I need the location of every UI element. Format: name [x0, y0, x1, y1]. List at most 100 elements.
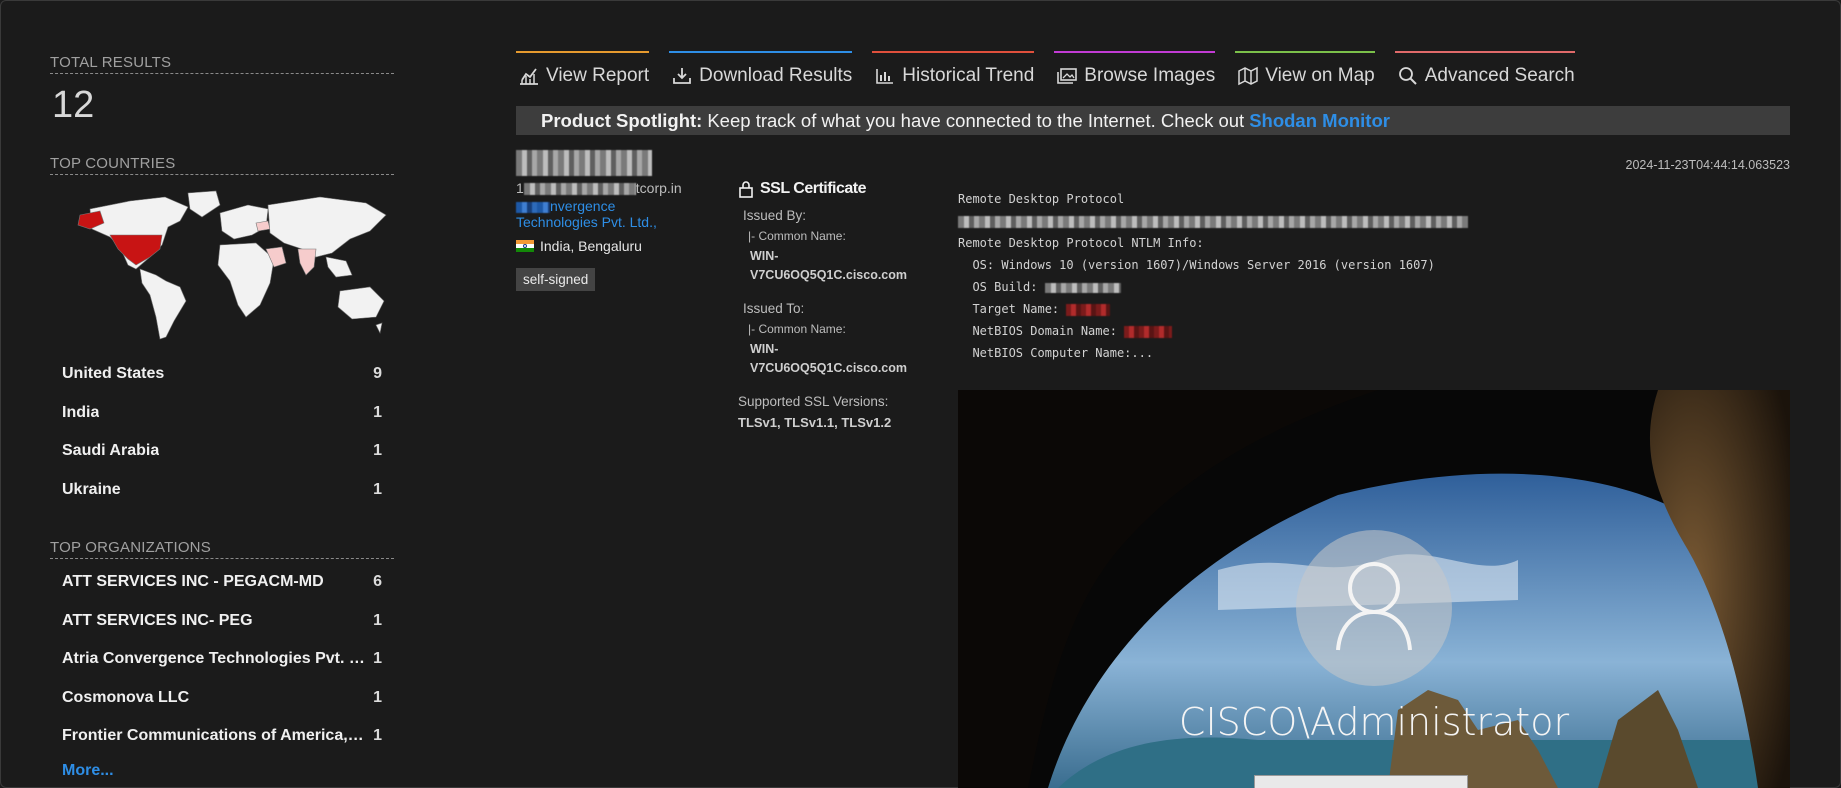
view-report-label: View Report — [546, 65, 650, 86]
list-item[interactable]: ATT SERVICES INC- PEG 1 — [50, 602, 394, 641]
world-map-svg — [77, 190, 387, 340]
banner-line: NetBIOS Computer Name:... — [958, 346, 1154, 360]
rdp-screenshot[interactable]: CISCO\Administrator — [958, 390, 1790, 788]
country-count: 1 — [373, 403, 382, 421]
banner-line: Remote Desktop Protocol — [958, 192, 1125, 206]
shodan-monitor-link[interactable]: Shodan Monitor — [1249, 110, 1390, 132]
advanced-search-button[interactable]: Advanced Search — [1394, 51, 1575, 91]
country-count: 1 — [373, 442, 382, 460]
map-icon — [1238, 66, 1258, 86]
org-line1: nvergence — [550, 198, 616, 214]
ssl-versions-label: Supported SSL Versions: — [738, 394, 889, 409]
images-icon — [1057, 68, 1078, 84]
banner-redacted-line — [958, 210, 1790, 232]
issued-to-cn-line1: WIN- — [750, 342, 779, 356]
org-name[interactable]: Cosmonova LLC — [62, 689, 189, 707]
org-count: 1 — [373, 727, 382, 745]
org-name[interactable]: Frontier Communications of America,… — [62, 727, 364, 745]
ssl-versions-value: TLSv1, TLSv1.1, TLSv1.2 — [738, 415, 892, 430]
spotlight-heading: Product Spotlight: — [541, 109, 703, 131]
country-count: 9 — [373, 365, 382, 383]
banner-line: Remote Desktop Protocol NTLM Info: — [958, 236, 1204, 250]
browse-images-button[interactable]: Browse Images — [1054, 51, 1216, 91]
hostname-suffix: tcorp.in — [635, 180, 682, 196]
org-name[interactable]: Atria Convergence Technologies Pvt. … — [62, 650, 365, 668]
issued-by-cn-label: |- Common Name: — [748, 229, 846, 243]
org-count: 1 — [373, 611, 382, 629]
redacted-banner-data — [958, 215, 1468, 228]
issued-by-cn-line1: WIN- — [750, 249, 779, 263]
facets-sidebar: TOTAL RESULTS 12 TOP COUNTRIES United St… — [50, 54, 394, 780]
view-report-button[interactable]: View Report — [516, 51, 650, 91]
country-count: 1 — [373, 480, 382, 498]
download-results-label: Download Results — [699, 65, 853, 86]
redacted-target-name — [1066, 303, 1111, 316]
india-flag-icon — [516, 240, 534, 252]
issued-to-label: Issued To: — [743, 301, 805, 316]
result-host-info: 1 tcorp.in nvergence Technologies Pvt. Lt… — [516, 150, 716, 291]
self-signed-tag[interactable]: self-signed — [516, 268, 596, 291]
os-build-label: OS Build: — [958, 280, 1045, 294]
list-item[interactable]: Atria Convergence Technologies Pvt. … 1 — [50, 640, 394, 679]
user-icon — [1336, 562, 1412, 651]
country-name[interactable]: Ukraine — [62, 481, 121, 499]
country-name[interactable]: India — [62, 404, 99, 422]
list-item[interactable]: Saudi Arabia 1 — [50, 432, 394, 471]
target-name-label: Target Name: — [958, 302, 1067, 316]
total-results-count: 12 — [52, 84, 95, 126]
list-item[interactable]: India 1 — [50, 394, 394, 433]
historical-trend-label: Historical Trend — [902, 65, 1035, 86]
redacted-ip-address[interactable] — [516, 150, 652, 176]
service-banner: Remote Desktop Protocol Remote Desktop Pr… — [958, 188, 1790, 364]
org-line2: Technologies Pvt. Ltd., — [516, 214, 657, 230]
issued-by-cn-value: WIN- V7CU6OQ5Q1C.cisco.com — [738, 247, 918, 285]
top-countries-label: TOP COUNTRIES — [50, 155, 394, 175]
download-icon — [673, 68, 692, 84]
issued-to-cn-label: |- Common Name: — [748, 322, 846, 336]
results-toolbar: View Report Download Results Historical … — [516, 51, 1595, 91]
view-on-map-label: View on Map — [1265, 65, 1375, 86]
hostname-prefix: 1 — [516, 180, 524, 196]
world-map[interactable] — [70, 187, 390, 347]
password-field — [1254, 775, 1468, 788]
ssl-certificate-panel: SSL Certificate Issued By: |- Common Nam… — [738, 180, 918, 430]
product-spotlight-banner: Product Spotlight: Keep track of what yo… — [516, 106, 1790, 135]
top-organizations-label: TOP ORGANIZATIONS — [50, 539, 394, 559]
chart-icon — [520, 68, 538, 85]
spotlight-text: Keep track of what you have connected to… — [707, 109, 1245, 131]
org-name[interactable]: ATT SERVICES INC - PEGACM-MD — [62, 573, 324, 591]
countries-list: United States 9 India 1 Saudi Arabia 1 Ukra… — [50, 355, 394, 509]
redacted-org — [516, 201, 550, 213]
historical-trend-button[interactable]: Historical Trend — [872, 51, 1035, 91]
country-name[interactable]: Saudi Arabia — [62, 442, 159, 460]
org-name[interactable]: ATT SERVICES INC- PEG — [62, 612, 253, 630]
org-count: 6 — [373, 573, 382, 591]
organizations-list: ATT SERVICES INC - PEGACM-MD 6 ATT SERVIC… — [50, 563, 394, 756]
list-item[interactable]: ATT SERVICES INC - PEGACM-MD 6 — [50, 563, 394, 602]
banner-line: NetBIOS Domain Name: — [958, 320, 1790, 342]
list-item[interactable]: Frontier Communications of America,… 1 — [50, 717, 394, 756]
more-link[interactable]: More... — [50, 762, 394, 780]
download-results-button[interactable]: Download Results — [669, 51, 853, 91]
browse-images-label: Browse Images — [1084, 65, 1216, 86]
list-item[interactable]: Ukraine 1 — [50, 471, 394, 510]
search-icon — [1398, 67, 1417, 85]
banner-line: OS Build: — [958, 276, 1790, 298]
organization-link[interactable]: nvergence Technologies Pvt. Ltd., — [516, 198, 716, 230]
location: India, Bengaluru — [516, 238, 716, 254]
list-item[interactable]: United States 9 — [50, 355, 394, 394]
login-username: CISCO\Administrator — [1178, 700, 1570, 744]
list-item[interactable]: Cosmonova LLC 1 — [50, 679, 394, 718]
view-on-map-button[interactable]: View on Map — [1235, 51, 1375, 91]
result-timestamp: 2024-11-23T04:44:14.063523 — [1625, 158, 1791, 172]
country-name[interactable]: United States — [62, 365, 164, 383]
user-avatar — [1296, 530, 1452, 686]
org-count: 1 — [373, 688, 382, 706]
lock-icon — [739, 181, 753, 198]
redacted-netbios-domain — [1124, 325, 1173, 338]
advanced-search-label: Advanced Search — [1424, 65, 1575, 86]
netbios-domain-label: NetBIOS Domain Name: — [958, 324, 1125, 338]
hostname: 1 tcorp.in — [516, 180, 716, 196]
issued-by-label: Issued By: — [743, 208, 807, 223]
issued-by-cn-line2: V7CU6OQ5Q1C.cisco.com — [750, 268, 908, 282]
